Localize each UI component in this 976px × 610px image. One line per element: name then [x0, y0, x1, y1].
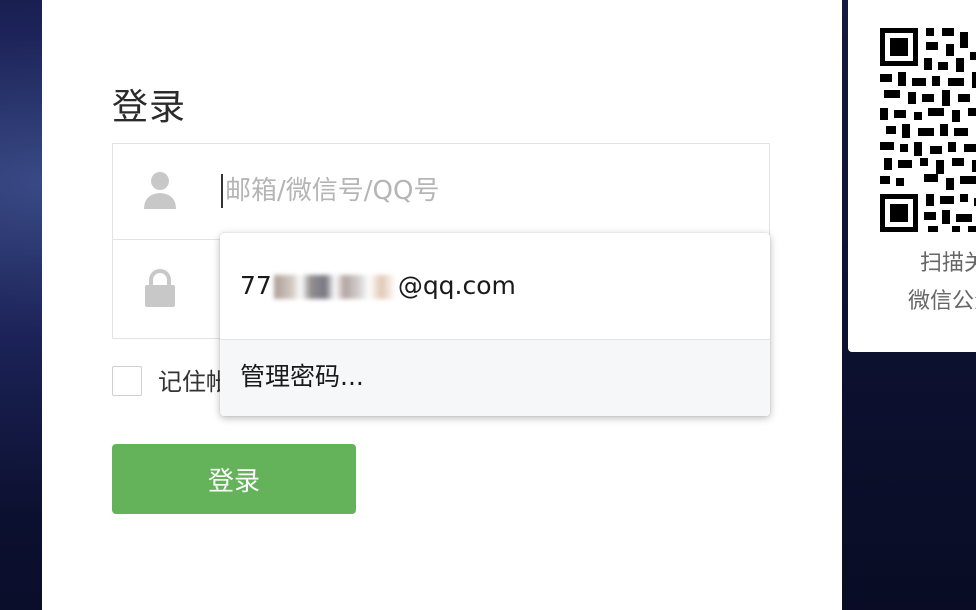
redacted-blur: [273, 275, 396, 299]
saved-account-option[interactable]: 77 @qq.com: [220, 233, 770, 339]
username-field[interactable]: 邮箱/微信号/QQ号: [112, 143, 770, 240]
account-prefix: 77: [240, 271, 272, 300]
qr-caption-line2: 微信公众号: [908, 289, 976, 314]
qr-code: [880, 28, 976, 232]
qr-card: 扫描关注 微信公众号: [848, 0, 976, 352]
lock-icon: [145, 269, 175, 307]
account-suffix: @qq.com: [397, 271, 516, 300]
manage-passwords-option[interactable]: 管理密码...: [220, 340, 770, 416]
login-button[interactable]: 登录: [112, 444, 356, 514]
autocomplete-dropdown: 77 @qq.com 管理密码...: [220, 233, 770, 416]
remember-checkbox[interactable]: [112, 366, 142, 396]
username-input[interactable]: 邮箱/微信号/QQ号: [221, 174, 439, 208]
page-title: 登录: [112, 87, 187, 128]
user-icon: [144, 172, 176, 209]
qr-caption-line1: 扫描关注: [920, 251, 976, 276]
manage-passwords-label: 管理密码...: [240, 362, 364, 391]
